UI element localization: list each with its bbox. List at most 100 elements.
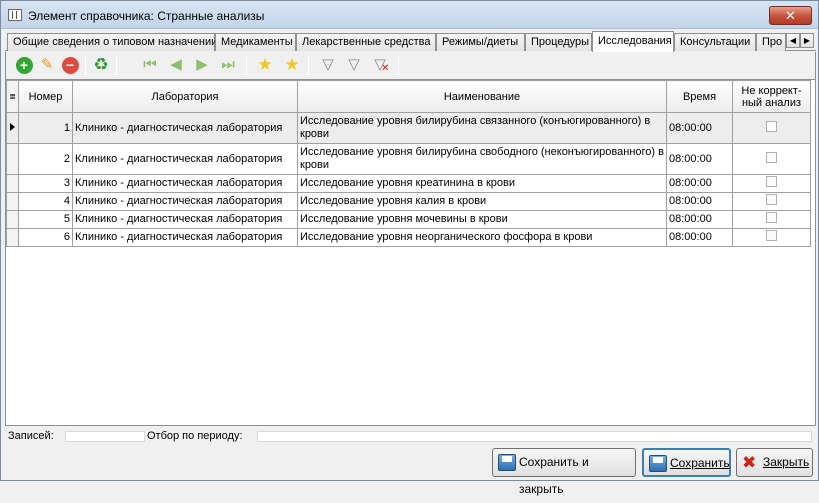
cell-laboratory: Клинико - диагностическая лаборатория	[72, 228, 298, 247]
close-label: Закрыть	[763, 455, 810, 469]
cell-incorrect	[732, 228, 811, 247]
tab-consultations[interactable]: Консультации	[674, 33, 756, 51]
incorrect-checkbox[interactable]	[766, 176, 777, 187]
filter-clear-icon[interactable]: ▽ ✕	[370, 55, 390, 75]
table-row[interactable]: 6 Клинико - диагностическая лаборатория …	[6, 228, 811, 247]
catalog-icon	[8, 9, 22, 21]
records-value	[65, 431, 145, 442]
cell-incorrect	[732, 174, 811, 193]
table-row[interactable]: 3 Клинико - диагностическая лаборатория …	[6, 174, 811, 193]
cell-laboratory: Клинико - диагностическая лаборатория	[72, 112, 298, 144]
cell-number: 1	[18, 112, 73, 144]
first-icon[interactable]: ⏮	[140, 55, 160, 75]
status-bar: Записей: Отбор по периоду:	[5, 429, 816, 444]
period-filter-value	[257, 431, 812, 442]
cell-number: 6	[18, 228, 73, 247]
table-row[interactable]: 1 Клинико - диагностическая лаборатория …	[6, 112, 811, 144]
tab-scroll-left-icon[interactable]: ◀	[786, 33, 800, 48]
delete-icon[interactable]: −	[60, 55, 80, 75]
cell-name: Исследование уровня мочевины в крови	[297, 210, 667, 229]
cell-name: Исследование уровня билирубина свободног…	[297, 143, 667, 175]
tab-medications[interactable]: Медикаменты	[215, 33, 296, 51]
save-close-icon	[498, 454, 516, 471]
window-close-button[interactable]: ✕	[769, 6, 812, 25]
cell-name: Исследование уровня калия в крови	[297, 192, 667, 211]
cell-time: 08:00:00	[666, 143, 733, 175]
tab-bar: Общие сведения о типовом назначении Меди…	[5, 31, 816, 52]
cell-laboratory: Клинико - диагностическая лаборатория	[72, 174, 298, 193]
table-row[interactable]: 2 Клинико - диагностическая лаборатория …	[6, 143, 811, 175]
cell-time: 08:00:00	[666, 112, 733, 144]
edit-icon[interactable]: ✎	[37, 55, 57, 75]
save-icon	[649, 455, 667, 472]
save-and-close-label: Сохранить и закрыть	[519, 455, 589, 496]
cell-number: 2	[18, 143, 73, 175]
cell-name: Исследование уровня билирубина связанног…	[297, 112, 667, 144]
toolbar-separator	[85, 56, 86, 75]
close-icon: ✖	[742, 453, 757, 472]
cell-laboratory: Клинико - диагностическая лаборатория	[72, 143, 298, 175]
save-and-close-button[interactable]: Сохранить и закрыть	[492, 448, 636, 496]
incorrect-checkbox[interactable]	[766, 230, 777, 241]
tab-regimes[interactable]: Режимы/диеты	[436, 33, 525, 51]
incorrect-checkbox[interactable]	[766, 151, 777, 163]
add-favorite-icon[interactable]: ★	[255, 55, 275, 75]
table-row[interactable]: 4 Клинико - диагностическая лаборатория …	[6, 192, 811, 211]
incorrect-checkbox[interactable]	[766, 194, 777, 205]
cell-number: 5	[18, 210, 73, 229]
row-marker	[6, 210, 19, 229]
examinations-table: ≣ Номер Лаборатория Наименование Время Н…	[5, 79, 816, 426]
cell-incorrect	[732, 192, 811, 211]
cell-laboratory: Клинико - диагностическая лаборатория	[72, 210, 298, 229]
toolbar-separator	[398, 56, 399, 75]
row-marker	[6, 143, 19, 175]
close-button[interactable]: ✖ Закрыть	[736, 448, 813, 477]
cell-time: 08:00:00	[666, 210, 733, 229]
refresh-icon[interactable]: ♻	[91, 55, 111, 75]
incorrect-checkbox[interactable]	[766, 212, 777, 223]
next-icon[interactable]: ▶	[192, 55, 212, 75]
row-marker	[6, 192, 19, 211]
toolbar-separator	[116, 56, 117, 75]
cell-incorrect	[732, 112, 811, 144]
table-row[interactable]: 5 Клинико - диагностическая лаборатория …	[6, 210, 811, 229]
filter-edit-icon[interactable]: ▽	[344, 55, 364, 75]
tab-general[interactable]: Общие сведения о типовом назначении	[7, 33, 217, 51]
save-button[interactable]: Сохранить	[642, 448, 731, 477]
save-label: Сохранить	[670, 456, 730, 470]
last-icon[interactable]: ⏭	[218, 55, 238, 75]
column-chooser-icon[interactable]: ≣	[6, 80, 19, 113]
period-filter-label: Отбор по периоду:	[147, 430, 243, 442]
tab-more[interactable]: Про	[756, 33, 786, 51]
col-number[interactable]: Номер	[18, 80, 73, 113]
toolbar-separator	[308, 56, 309, 75]
main-window: Элемент справочника: Странные анализы ✕ …	[0, 0, 819, 496]
cell-name: Исследование уровня креатинина в крови	[297, 174, 667, 193]
title-bar: Элемент справочника: Странные анализы ✕	[1, 1, 818, 29]
add-icon[interactable]: +	[14, 55, 34, 75]
cell-incorrect	[732, 210, 811, 229]
col-laboratory[interactable]: Лаборатория	[72, 80, 298, 113]
cell-number: 3	[18, 174, 73, 193]
toolbar: + ✎ − ♻ ⏮ ◀ ▶ ⏭ ★ ★ ▽ ▽ ▽ ✕	[5, 52, 816, 79]
row-marker	[6, 174, 19, 193]
cell-time: 08:00:00	[666, 192, 733, 211]
tab-drugs[interactable]: Лекарственные средства	[296, 33, 436, 51]
tab-examinations[interactable]: Исследования	[592, 31, 674, 52]
prev-icon[interactable]: ◀	[166, 55, 186, 75]
col-time[interactable]: Время	[666, 80, 733, 113]
records-label: Записей:	[8, 430, 54, 442]
favorite-icon[interactable]: ★	[282, 55, 302, 75]
col-name[interactable]: Наименование	[297, 80, 667, 113]
cell-laboratory: Клинико - диагностическая лаборатория	[72, 192, 298, 211]
filter-icon[interactable]: ▽	[318, 55, 338, 75]
col-incorrect[interactable]: Не коррект-ный анализ	[732, 80, 811, 113]
tab-procedures[interactable]: Процедуры	[525, 33, 592, 51]
row-marker	[6, 228, 19, 247]
row-marker	[6, 112, 19, 144]
window-title: Элемент справочника: Странные анализы	[28, 9, 265, 23]
cell-incorrect	[732, 143, 811, 175]
incorrect-checkbox[interactable]	[766, 120, 777, 132]
cell-time: 08:00:00	[666, 174, 733, 193]
tab-scroll-right-icon[interactable]: ▶	[800, 33, 814, 48]
